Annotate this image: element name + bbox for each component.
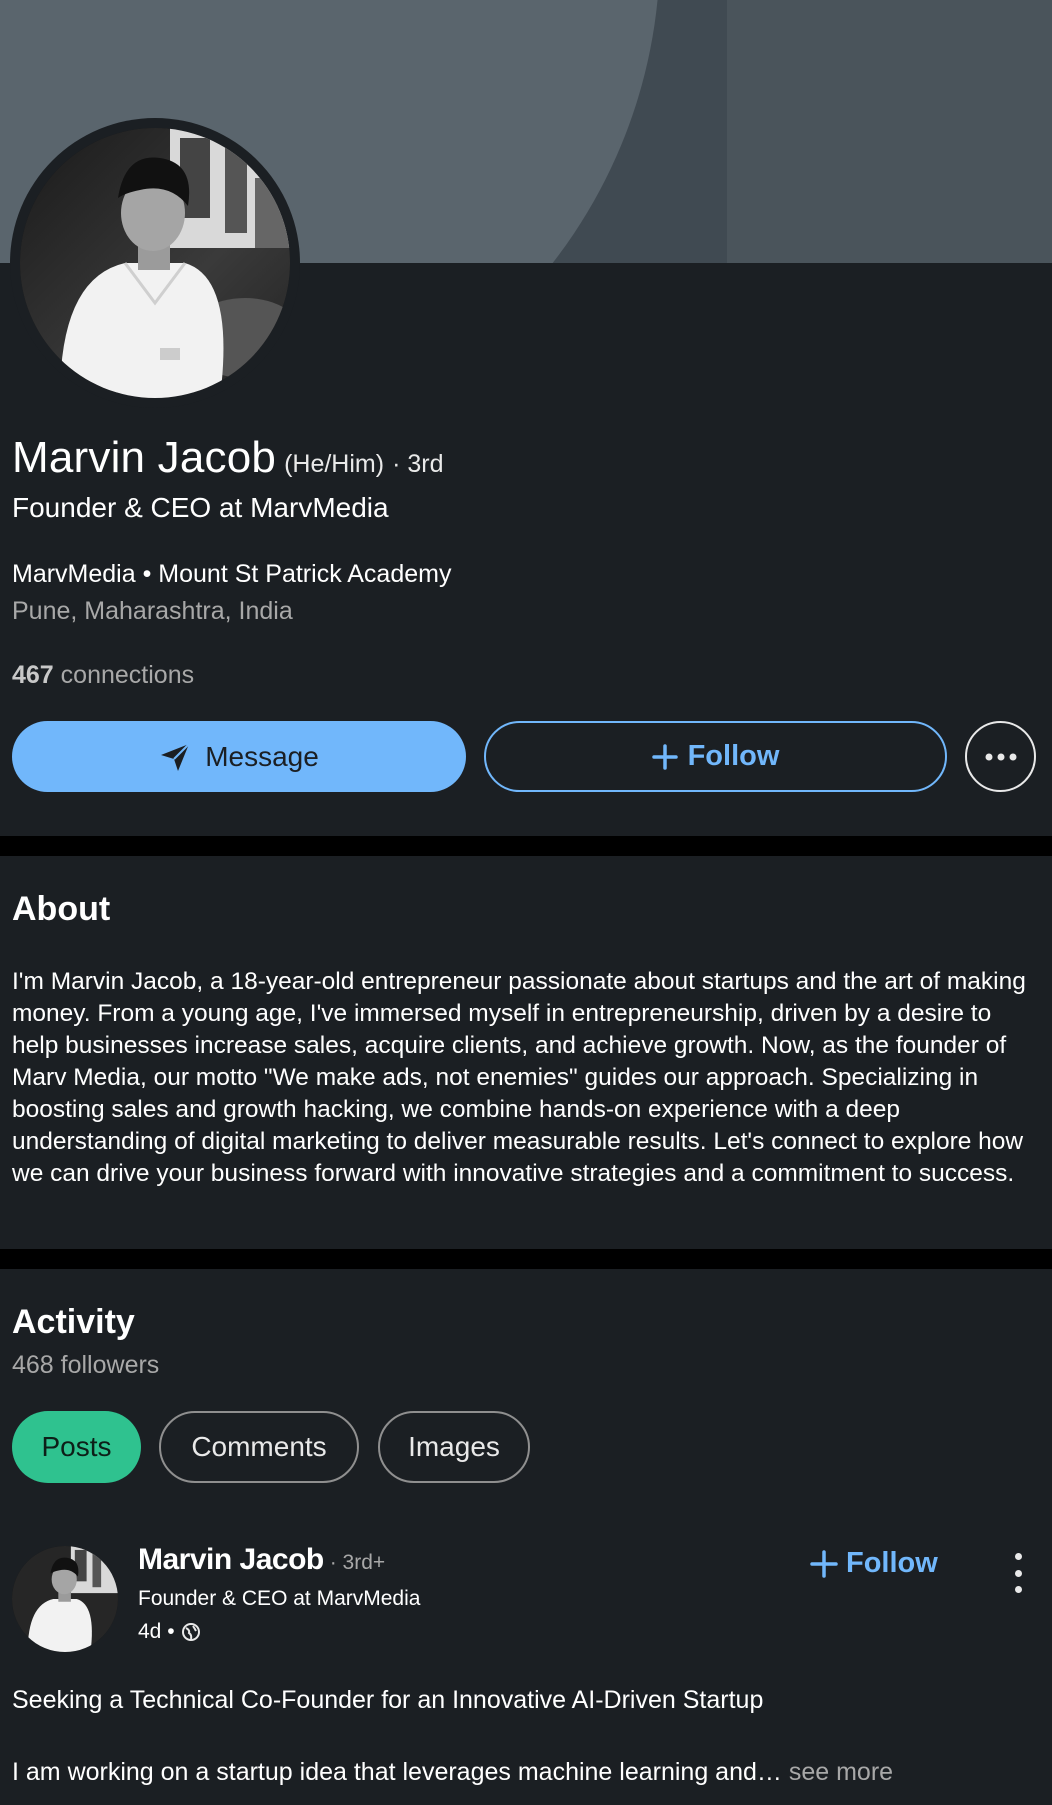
post-follow-label: Follow [846,1547,938,1579]
followers-count: 468 followers [12,1351,160,1379]
message-button-label: Message [205,740,319,772]
more-actions-button[interactable] [965,721,1036,792]
message-button[interactable]: Message [12,721,466,792]
activity-section: Activity 468 followers Posts Comments Im… [0,1269,1052,1805]
profile-location: Pune, Maharashtra, India [12,597,293,625]
tab-comments-label: Comments [191,1431,327,1462]
follow-button-label: Follow [687,740,780,772]
plus-icon [651,743,678,770]
post-author-name[interactable]: Marvin Jacob [138,1543,324,1577]
profile-avatar[interactable] [10,118,300,408]
send-icon [161,742,190,771]
section-divider [0,836,1052,856]
about-text: I'm Marvin Jacob, a 18-year-old entrepre… [12,968,1026,1187]
connections-count: 467 [12,661,54,689]
ellipsis-icon [985,753,1016,760]
tab-comments[interactable]: Comments [159,1411,359,1483]
post-author-degree: · 3rd+ [329,1551,386,1574]
about-section: About I'm Marvin Jacob, a 18-year-old en… [0,856,1052,1249]
tab-images[interactable]: Images [378,1411,530,1483]
plus-icon [810,1549,838,1578]
tab-images-label: Images [408,1431,500,1462]
section-divider [0,1249,1052,1269]
profile-org-line[interactable]: MarvMedia • Mount St Patrick Academy [12,560,451,589]
post-overflow-menu-icon[interactable] [1006,1553,1030,1593]
globe-icon [181,1623,200,1641]
see-more-link[interactable]: see more [782,1758,893,1786]
connections-label: connections [60,661,195,689]
banner-right-panel [727,0,1052,263]
connection-degree: · 3rd [392,450,444,478]
post-author-headline: Founder & CEO at MarvMedia [138,1587,421,1610]
post-body-text: I am working on a startup idea that leve… [12,1758,782,1786]
profile-photo [20,128,290,398]
profile-pronouns: (He/Him) [284,450,385,478]
post-title: Seeking a Technical Co-Founder for an In… [12,1686,764,1714]
post-time: 4d • [138,1620,175,1643]
name-line: Marvin Jacob (He/Him) · 3rd [12,433,443,483]
profile-headline: Founder & CEO at MarvMedia [12,492,389,523]
post-author-line: Marvin Jacob · 3rd+ [138,1543,385,1577]
post-body: I am working on a startup idea that leve… [12,1758,893,1787]
activity-title: Activity [12,1303,135,1341]
profile-name: Marvin Jacob [12,433,277,482]
connections-link[interactable]: 467 connections [12,661,194,690]
follow-button[interactable]: Follow [484,721,947,792]
about-title: About [12,890,111,928]
post-meta: 4d • [138,1620,201,1644]
tab-posts-label: Posts [41,1431,112,1462]
tab-posts[interactable]: Posts [12,1411,141,1483]
post-follow-button[interactable]: Follow [810,1547,938,1580]
post-author-avatar[interactable] [12,1546,118,1652]
